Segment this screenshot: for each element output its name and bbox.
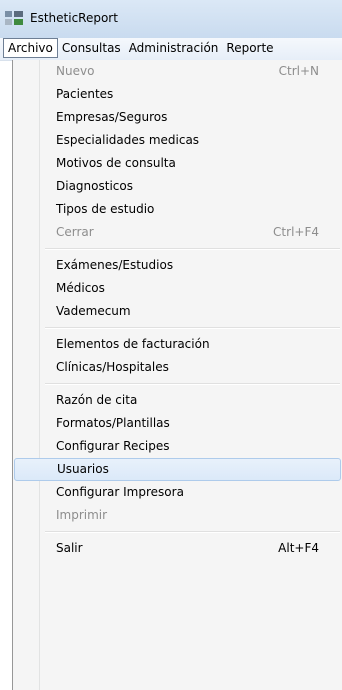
menu-item-empresas-seguros[interactable]: Empresas/Seguros bbox=[14, 106, 341, 129]
menu-item-salir[interactable]: Salir Alt+F4 bbox=[14, 537, 341, 560]
menu-item-label: Pacientes bbox=[56, 87, 114, 101]
menu-item-shortcut: Alt+F4 bbox=[278, 541, 319, 555]
menu-item-label: Imprimir bbox=[56, 508, 108, 522]
menu-item-label: Configurar Recipes bbox=[56, 439, 170, 453]
menu-separator bbox=[13, 527, 342, 537]
menu-item-especialidades-medicas[interactable]: Especialidades medicas bbox=[14, 129, 341, 152]
window-title: EstheticReport bbox=[30, 11, 118, 25]
menu-item-medicos[interactable]: Médicos bbox=[14, 277, 341, 300]
menu-item-shortcut: Ctrl+N bbox=[278, 64, 319, 78]
menu-item-cerrar[interactable]: Cerrar Ctrl+F4 bbox=[14, 221, 341, 244]
menu-item-examenes-estudios[interactable]: Exámenes/Estudios bbox=[14, 254, 341, 277]
menu-item-label: Motivos de consulta bbox=[56, 156, 176, 170]
menu-item-motivos-de-consulta[interactable]: Motivos de consulta bbox=[14, 152, 341, 175]
app-icon bbox=[5, 11, 23, 25]
menu-item-label: Empresas/Seguros bbox=[56, 110, 168, 124]
menu-item-tipos-de-estudio[interactable]: Tipos de estudio bbox=[14, 198, 341, 221]
menu-item-formatos-plantillas[interactable]: Formatos/Plantillas bbox=[14, 412, 341, 435]
menubar-reporte[interactable]: Reporte bbox=[222, 38, 277, 58]
menu-item-label: Usuarios bbox=[57, 462, 109, 476]
menu-item-nuevo[interactable]: Nuevo Ctrl+N bbox=[14, 60, 341, 83]
menubar-consultas[interactable]: Consultas bbox=[58, 38, 125, 58]
menu-item-label: Tipos de estudio bbox=[56, 202, 155, 216]
menu-item-label: Exámenes/Estudios bbox=[56, 258, 174, 272]
menu-separator bbox=[13, 244, 342, 254]
title-bar: EstheticReport bbox=[0, 0, 342, 38]
menu-item-label: Configurar Impresora bbox=[56, 485, 184, 499]
menubar-archivo[interactable]: Archivo bbox=[3, 38, 58, 58]
menu-item-shortcut: Ctrl+F4 bbox=[273, 225, 319, 239]
menu-item-clinicas-hospitales[interactable]: Clínicas/Hospitales bbox=[14, 356, 341, 379]
menu-item-configurar-recipes[interactable]: Configurar Recipes bbox=[14, 435, 341, 458]
menu-item-label: Diagnosticos bbox=[56, 179, 133, 193]
menu-item-label: Formatos/Plantillas bbox=[56, 416, 170, 430]
menu-item-label: Cerrar bbox=[56, 225, 94, 239]
menu-item-razon-de-cita[interactable]: Razón de cita bbox=[14, 389, 341, 412]
menu-item-configurar-impresora[interactable]: Configurar Impresora bbox=[14, 481, 341, 504]
menu-item-usuarios[interactable]: Usuarios bbox=[14, 458, 341, 481]
menubar-administracion[interactable]: Administración bbox=[125, 38, 223, 58]
menu-bar: Archivo Consultas Administración Reporte bbox=[0, 38, 342, 61]
menu-item-imprimir[interactable]: Imprimir bbox=[14, 504, 341, 527]
menu-item-vademecum[interactable]: Vademecum bbox=[14, 300, 341, 323]
menu-item-label: Clínicas/Hospitales bbox=[56, 360, 169, 374]
menu-separator bbox=[13, 379, 342, 389]
menu-item-diagnosticos[interactable]: Diagnosticos bbox=[14, 175, 341, 198]
menu-item-label: Vademecum bbox=[56, 304, 131, 318]
menu-item-pacientes[interactable]: Pacientes bbox=[14, 83, 341, 106]
menu-item-list: Nuevo Ctrl+N Pacientes Empresas/Seguros Espe… bbox=[13, 60, 342, 560]
menu-item-label: Nuevo bbox=[56, 64, 95, 78]
menu-item-label: Razón de cita bbox=[56, 393, 138, 407]
menu-item-label: Especialidades medicas bbox=[56, 133, 200, 147]
menu-item-label: Salir bbox=[56, 541, 83, 555]
menu-item-label: Médicos bbox=[56, 281, 105, 295]
archivo-dropdown-menu: Nuevo Ctrl+N Pacientes Empresas/Seguros Espe… bbox=[12, 60, 342, 690]
menu-item-label: Elementos de facturación bbox=[56, 337, 210, 351]
menu-item-elementos-de-facturacion[interactable]: Elementos de facturación bbox=[14, 333, 341, 356]
menu-separator bbox=[13, 323, 342, 333]
